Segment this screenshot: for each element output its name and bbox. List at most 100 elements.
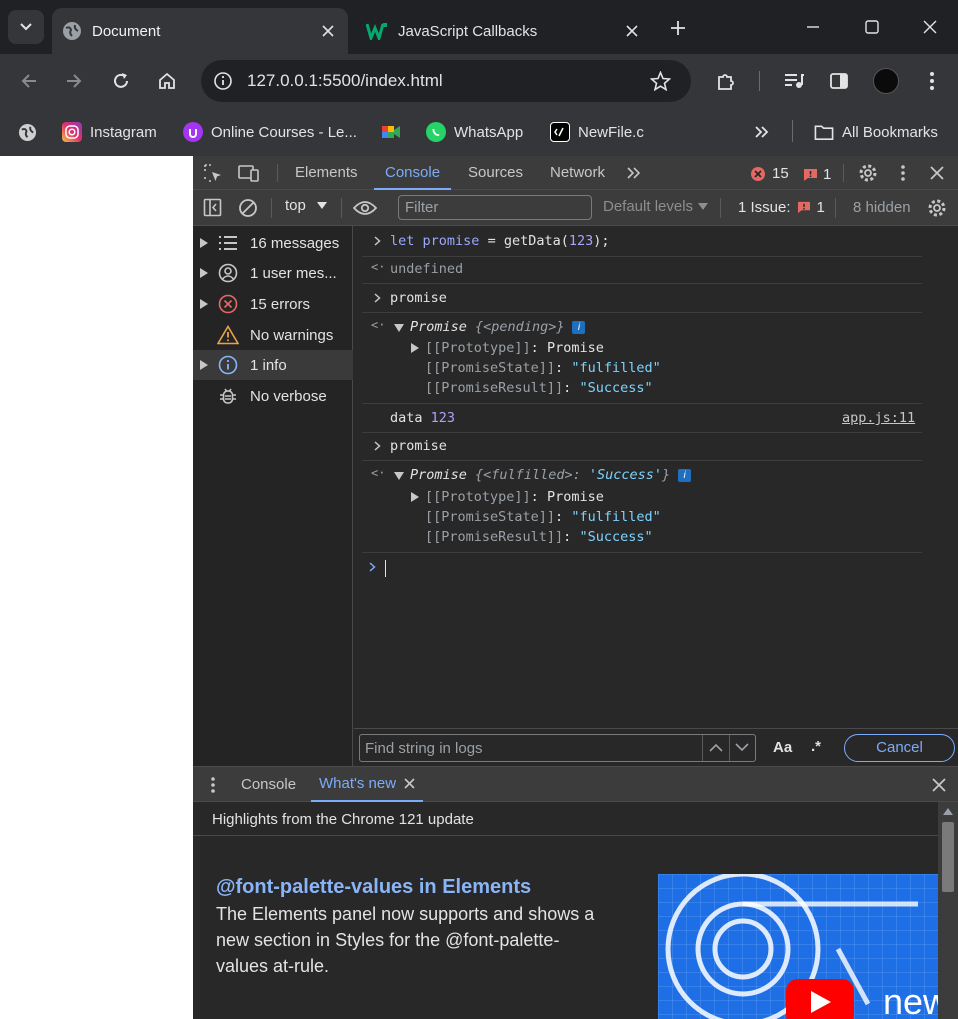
profile-avatar[interactable] (873, 68, 899, 94)
sidebar-item-warnings[interactable]: No warnings (193, 320, 353, 350)
expand-triangle-icon (200, 360, 208, 370)
inspect-element-icon[interactable] (203, 163, 223, 183)
tab-elements[interactable]: Elements (295, 156, 358, 190)
tab-divider (843, 164, 844, 182)
home-button[interactable] (151, 65, 183, 97)
console-code: promise (390, 290, 447, 306)
chrome-logo-graphic: new (658, 874, 940, 1019)
bookmark-star-icon[interactable] (650, 71, 671, 91)
scrollbar-thumb[interactable] (942, 822, 954, 892)
issue-counter[interactable]: 1 (803, 166, 831, 183)
bookmark-globe[interactable] (17, 118, 45, 146)
info-badge-icon[interactable]: i (572, 320, 586, 334)
input-chevron-icon (374, 441, 381, 451)
clear-console-icon[interactable] (238, 198, 258, 218)
maximize-button[interactable] (857, 12, 887, 42)
all-bookmarks-button[interactable]: All Bookmarks (814, 118, 938, 146)
back-button[interactable] (13, 65, 45, 97)
close-tab-icon[interactable] (318, 21, 338, 41)
sidebar-item-info[interactable]: 1 info (193, 350, 353, 380)
drawer-tab-console[interactable]: Console (241, 767, 296, 802)
new-tab-button[interactable] (664, 14, 692, 42)
drawer-menu-icon[interactable] (210, 776, 216, 794)
close-drawer-icon[interactable] (932, 778, 946, 792)
promise-summary: Promise {<pending>} i (410, 319, 586, 335)
reload-button[interactable] (105, 65, 137, 97)
sidebar-item-user-messages[interactable]: 1 user mes... (193, 258, 353, 288)
console-separator (362, 283, 922, 284)
find-divider (729, 735, 730, 761)
filter-input[interactable]: Filter (398, 195, 592, 220)
expand-triangle-icon (200, 268, 208, 278)
collapse-triangle-icon[interactable] (394, 324, 404, 332)
expand-triangle-icon[interactable] (411, 492, 419, 502)
bookmark-google-meet[interactable] (381, 118, 409, 146)
tab-console[interactable]: Console (374, 156, 452, 190)
regex-button[interactable]: .* (811, 738, 821, 755)
live-expression-eye-icon[interactable] (353, 200, 377, 216)
cancel-button[interactable]: Cancel (844, 734, 955, 762)
tab-sources[interactable]: Sources (468, 156, 523, 190)
settings-gear-icon[interactable] (858, 163, 878, 183)
log-source-link[interactable]: app.js:11 (842, 410, 915, 426)
bookmark-whatsapp[interactable]: WhatsApp (426, 118, 523, 146)
minimize-button[interactable] (798, 12, 828, 42)
find-input[interactable]: Find string in logs (359, 734, 756, 762)
issue-flag-icon (797, 201, 810, 214)
google-meet-icon (381, 122, 401, 142)
device-toolbar-icon[interactable] (238, 164, 260, 182)
drawer-tab-whats-new[interactable]: What's new (311, 767, 424, 802)
side-panel-icon (830, 73, 848, 89)
address-bar[interactable]: 127.0.0.1:5500/index.html (201, 60, 691, 102)
scroll-up-icon[interactable] (943, 808, 953, 815)
feature-video-thumbnail[interactable]: new (658, 874, 940, 1019)
whats-new-scrollbar[interactable] (938, 802, 958, 1019)
forward-button[interactable] (58, 65, 90, 97)
collapse-triangle-icon[interactable] (394, 472, 404, 480)
more-tabs-icon[interactable] (626, 166, 642, 180)
context-selector[interactable]: top (285, 197, 327, 214)
sidebar-item-errors[interactable]: 15 errors (193, 289, 353, 319)
expand-triangle-icon (200, 238, 208, 248)
close-window-button[interactable] (915, 12, 945, 42)
bookmark-online-courses[interactable]: Online Courses - Le... (183, 118, 357, 146)
sidebar-item-messages[interactable]: 16 messages (193, 228, 353, 258)
whats-new-header: Highlights from the Chrome 121 update (193, 802, 938, 836)
side-panel-button[interactable] (823, 65, 855, 97)
console-prompt[interactable] (354, 559, 958, 581)
feature-title[interactable]: @font-palette-values in Elements (216, 876, 531, 899)
close-tab-icon[interactable] (622, 21, 642, 41)
browser-toolbar: 127.0.0.1:5500/index.html (0, 54, 958, 108)
console-settings-gear-icon[interactable] (927, 198, 947, 218)
sidebar-item-label: No verbose (250, 387, 327, 405)
bookmark-instagram[interactable]: Instagram (62, 118, 157, 146)
menu-button[interactable] (916, 65, 948, 97)
more-vert-icon[interactable] (900, 164, 906, 182)
info-badge-icon[interactable]: i (678, 468, 692, 482)
find-next-icon[interactable] (735, 743, 749, 752)
tab-search-button[interactable] (8, 10, 44, 44)
bookmark-newfile[interactable]: NewFile.c (550, 118, 644, 146)
sidebar-item-verbose[interactable]: No verbose (193, 381, 353, 411)
media-button[interactable] (778, 65, 810, 97)
match-case-button[interactable]: Aa (773, 739, 792, 756)
issues-button[interactable]: 1 Issue: 1 (738, 199, 825, 216)
extensions-button[interactable] (710, 65, 742, 97)
close-tab-icon[interactable] (404, 778, 415, 789)
tab-network[interactable]: Network (550, 156, 605, 190)
error-counter[interactable]: 15 (750, 165, 789, 182)
sidebar-toggle-icon[interactable] (203, 198, 222, 217)
tab-document[interactable]: Document (52, 8, 348, 54)
reload-icon (114, 73, 128, 88)
close-devtools-icon[interactable] (930, 166, 944, 180)
feature-description: The Elements panel now supports and show… (216, 904, 595, 976)
more-bookmarks-button[interactable] (754, 118, 770, 146)
find-previous-icon[interactable] (709, 743, 723, 752)
globe-icon (63, 22, 81, 40)
log-levels-dropdown[interactable]: Default levels (603, 198, 709, 215)
tab-javascript-callbacks[interactable]: JavaScript Callbacks (356, 8, 652, 54)
expand-triangle-icon[interactable] (411, 343, 419, 353)
media-queue-icon (785, 74, 804, 88)
site-info-icon[interactable] (213, 71, 233, 91)
whatsapp-icon (426, 122, 446, 142)
